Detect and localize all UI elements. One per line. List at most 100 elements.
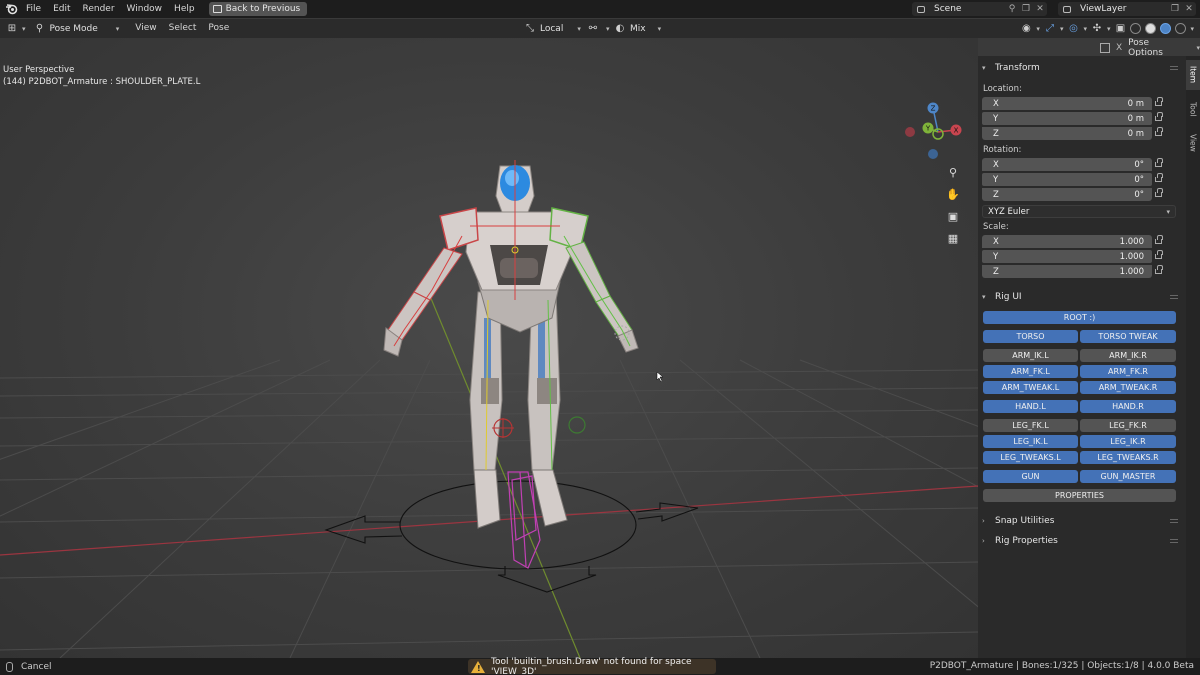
- zoom-icon[interactable]: ⚲: [944, 164, 962, 180]
- lock-icon[interactable]: [1152, 112, 1164, 125]
- navigation-gizmo[interactable]: Z X Y: [900, 100, 972, 162]
- scene-selector[interactable]: Scene ⚲ ❐ ✕: [912, 2, 1047, 16]
- pose-options-dropdown[interactable]: Pose Options: [1128, 38, 1186, 58]
- location-y-field[interactable]: Y 0 m: [982, 112, 1152, 125]
- lock-icon[interactable]: [1152, 235, 1164, 248]
- rig-leg-ik-l-button[interactable]: LEG_IK.L: [983, 435, 1078, 448]
- mode-dropdown[interactable]: ⚲ Pose Mode ▾: [28, 23, 126, 35]
- rig-leg-ik-r-button[interactable]: LEG_IK.R: [1080, 435, 1176, 448]
- gizmo-chevron-down-icon[interactable]: ▾: [1060, 25, 1064, 33]
- rig-leg-tweaks-r-button[interactable]: LEG_TWEAKS.R: [1080, 451, 1176, 464]
- pan-hand-icon[interactable]: ✋: [944, 186, 962, 202]
- pose-options-chevron-down-icon[interactable]: ▾: [1196, 44, 1200, 52]
- gizmo-toggle-icon[interactable]: ⤢: [1044, 23, 1056, 35]
- rotation-z-field[interactable]: Z 0°: [982, 188, 1152, 201]
- x-mirror-toggle[interactable]: X: [1116, 43, 1122, 53]
- visibility-chevron-down-icon[interactable]: ▾: [1036, 25, 1040, 33]
- rig-hand-r-button[interactable]: HAND.R: [1080, 400, 1176, 413]
- rig-gun-button[interactable]: GUN: [983, 470, 1078, 483]
- overlay-toggle-icon[interactable]: ◎: [1067, 23, 1079, 35]
- tab-view[interactable]: View: [1186, 128, 1200, 158]
- remove-view-layer-icon[interactable]: ✕: [1182, 2, 1196, 16]
- symmetry-icon[interactable]: [1100, 42, 1110, 53]
- panel-grip-icon[interactable]: [1170, 539, 1178, 543]
- tab-item[interactable]: Item: [1186, 60, 1200, 90]
- panel-grip-icon[interactable]: [1170, 66, 1178, 70]
- rig-torso-button[interactable]: TORSO: [983, 330, 1078, 343]
- xray-toggle-icon[interactable]: ▣: [1114, 23, 1126, 35]
- tab-tool[interactable]: Tool: [1186, 94, 1200, 124]
- shading-chevron-down-icon[interactable]: ▾: [1190, 25, 1194, 33]
- warning-message[interactable]: ! Tool 'builtin_brush.Draw' not found fo…: [468, 657, 716, 675]
- rendered-shading-icon[interactable]: [1175, 23, 1187, 34]
- menu-file[interactable]: File: [20, 0, 47, 18]
- snap-utilities-panel-header[interactable]: › Snap Utilities: [982, 513, 1054, 529]
- back-to-previous-button[interactable]: Back to Previous: [208, 2, 308, 16]
- lock-icon[interactable]: [1152, 158, 1164, 171]
- rig-arm-fk-l-button[interactable]: ARM_FK.L: [983, 365, 1078, 378]
- new-scene-icon[interactable]: ❐: [1019, 2, 1033, 16]
- pivot-dropdown[interactable]: ⚯ ▾: [587, 19, 610, 38]
- rig-properties-button[interactable]: PROPERTIES: [983, 489, 1176, 502]
- blender-logo-icon[interactable]: [2, 0, 20, 18]
- scale-z-field[interactable]: Z 1.000: [982, 265, 1152, 278]
- rig-torso-tweak-button[interactable]: TORSO TWEAK: [1080, 330, 1176, 343]
- new-view-layer-icon[interactable]: ❐: [1168, 2, 1182, 16]
- location-z-field[interactable]: Z 0 m: [982, 127, 1152, 140]
- menu-render[interactable]: Render: [77, 0, 121, 18]
- solid-shading-icon[interactable]: [1145, 23, 1157, 34]
- lock-icon[interactable]: [1152, 188, 1164, 201]
- lock-icon[interactable]: [1152, 250, 1164, 263]
- scale-x-field[interactable]: X 1.000: [982, 235, 1152, 248]
- overlay-chevron-down-icon[interactable]: ▾: [1083, 25, 1087, 33]
- lock-icon[interactable]: [1152, 97, 1164, 110]
- view-layer-selector[interactable]: ViewLayer ❐ ✕: [1058, 2, 1196, 16]
- rig-arm-tweak-l-button[interactable]: ARM_TWEAK.L: [983, 381, 1078, 394]
- ortho-grid-icon[interactable]: ▦: [944, 230, 962, 246]
- scene-name[interactable]: Scene: [930, 4, 1005, 14]
- transform-orientation-dropdown[interactable]: ⤡ Local ▾: [524, 19, 581, 38]
- rig-properties-panel-header[interactable]: › Rig Properties: [982, 533, 1058, 549]
- rig-leg-fk-r-button[interactable]: LEG_FK.R: [1080, 419, 1176, 432]
- scene-icon[interactable]: [912, 2, 930, 16]
- material-preview-shading-icon[interactable]: [1160, 23, 1172, 34]
- location-x-field[interactable]: X 0 m: [982, 97, 1152, 110]
- transform-panel-header[interactable]: ▾ Transform: [982, 60, 1040, 76]
- menu-edit[interactable]: Edit: [47, 0, 76, 18]
- menu-select[interactable]: Select: [163, 19, 203, 38]
- rig-arm-tweak-r-button[interactable]: ARM_TWEAK.R: [1080, 381, 1176, 394]
- rig-arm-fk-r-button[interactable]: ARM_FK.R: [1080, 365, 1176, 378]
- pin-icon[interactable]: ⚲: [1005, 2, 1019, 16]
- rig-arm-ik-l-button[interactable]: ARM_IK.L: [983, 349, 1078, 362]
- menu-pose[interactable]: Pose: [202, 19, 235, 38]
- view-layer-icon[interactable]: [1058, 2, 1076, 16]
- rotation-mode-dropdown[interactable]: XYZ Euler ▾: [982, 205, 1176, 218]
- rig-hand-l-button[interactable]: HAND.L: [983, 400, 1078, 413]
- 3d-viewport[interactable]: User Perspective (144) P2DBOT_Armature :…: [0, 38, 978, 658]
- menu-view[interactable]: View: [129, 19, 162, 38]
- rig-leg-tweaks-l-button[interactable]: LEG_TWEAKS.L: [983, 451, 1078, 464]
- rotation-x-field[interactable]: X 0°: [982, 158, 1152, 171]
- lock-icon[interactable]: [1152, 265, 1164, 278]
- rig-ui-panel-header[interactable]: ▾ Rig UI: [982, 289, 1022, 305]
- panel-grip-icon[interactable]: [1170, 295, 1178, 299]
- rig-gun-master-button[interactable]: GUN_MASTER: [1080, 470, 1176, 483]
- visibility-eye-icon[interactable]: ◉: [1020, 23, 1032, 35]
- view-layer-name[interactable]: ViewLayer: [1076, 4, 1168, 14]
- rotation-y-field[interactable]: Y 0°: [982, 173, 1152, 186]
- scale-y-field[interactable]: Y 1.000: [982, 250, 1152, 263]
- editor-type-chevron-down-icon[interactable]: ▾: [22, 25, 26, 33]
- bone-overlay-icon[interactable]: ✣: [1091, 23, 1103, 35]
- remove-scene-icon[interactable]: ✕: [1033, 2, 1047, 16]
- lock-icon[interactable]: [1152, 127, 1164, 140]
- blend-dropdown[interactable]: ◐ Mix ▾: [614, 19, 661, 38]
- camera-view-icon[interactable]: ▣: [944, 208, 962, 224]
- editor-type-icon[interactable]: ⊞: [6, 23, 18, 35]
- rig-root-button[interactable]: ROOT :): [983, 311, 1176, 324]
- menu-window[interactable]: Window: [121, 0, 169, 18]
- lock-icon[interactable]: [1152, 173, 1164, 186]
- rig-arm-ik-r-button[interactable]: ARM_IK.R: [1080, 349, 1176, 362]
- bone-overlay-chevron-down-icon[interactable]: ▾: [1107, 25, 1111, 33]
- panel-grip-icon[interactable]: [1170, 519, 1178, 523]
- menu-help[interactable]: Help: [168, 0, 201, 18]
